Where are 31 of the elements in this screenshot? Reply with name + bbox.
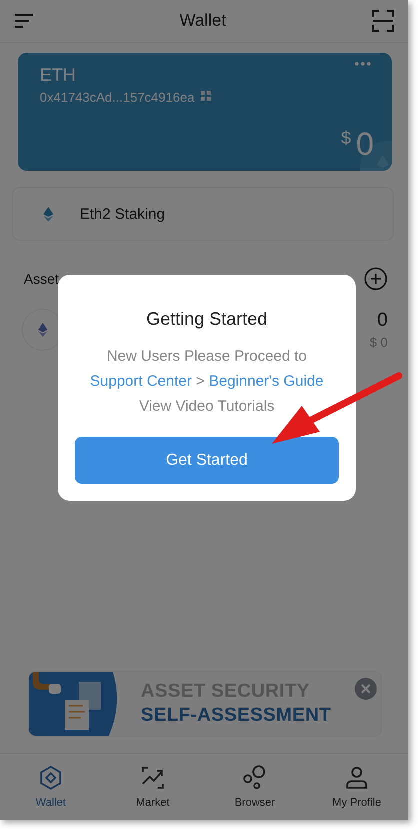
tab[interactable]: Wallet xyxy=(0,754,102,820)
currency-symbol: $ xyxy=(341,128,352,149)
dialog-title: Getting Started xyxy=(146,309,268,330)
page-title: Wallet xyxy=(180,11,226,31)
person-icon xyxy=(344,765,370,791)
tab[interactable]: Browser xyxy=(204,754,306,820)
balance-amount: 0 xyxy=(356,126,374,163)
banner-subtitle: SELF-ASSESSMENT xyxy=(141,705,332,727)
tab[interactable]: Market xyxy=(102,754,204,820)
beginners-guide-link[interactable]: Beginner's Guide xyxy=(209,373,324,390)
more-icon[interactable] xyxy=(354,61,372,67)
get-started-button[interactable]: Get Started xyxy=(75,437,339,484)
dialog-message: New Users Please Proceed to Support Center > Beginner's Guide View Video Tutorials xyxy=(90,347,324,417)
support-center-link[interactable]: Support Center xyxy=(90,373,192,390)
staking-row[interactable]: Eth2 Staking xyxy=(12,187,394,241)
ethereum-icon xyxy=(36,323,50,337)
staking-label: Eth2 Staking xyxy=(80,206,166,222)
close-icon xyxy=(361,684,371,694)
account-name: ETH xyxy=(40,65,77,86)
scan-icon[interactable] xyxy=(372,10,394,32)
token-amount: 0 xyxy=(377,310,388,332)
wallet-address: 0x41743cAd...157c4916ea xyxy=(40,90,195,105)
add-icon[interactable] xyxy=(364,267,388,291)
account-card[interactable]: ETH 0x41743cAd...157c4916ea $0 xyxy=(18,53,392,171)
assets-heading: Asset xyxy=(24,271,60,287)
hexagon-icon xyxy=(38,765,64,791)
ethereum-icon xyxy=(41,206,56,222)
menu-icon[interactable] xyxy=(14,13,34,29)
circles-icon xyxy=(242,765,268,791)
chart-icon xyxy=(140,765,166,791)
tab[interactable]: My Profile xyxy=(306,754,408,820)
